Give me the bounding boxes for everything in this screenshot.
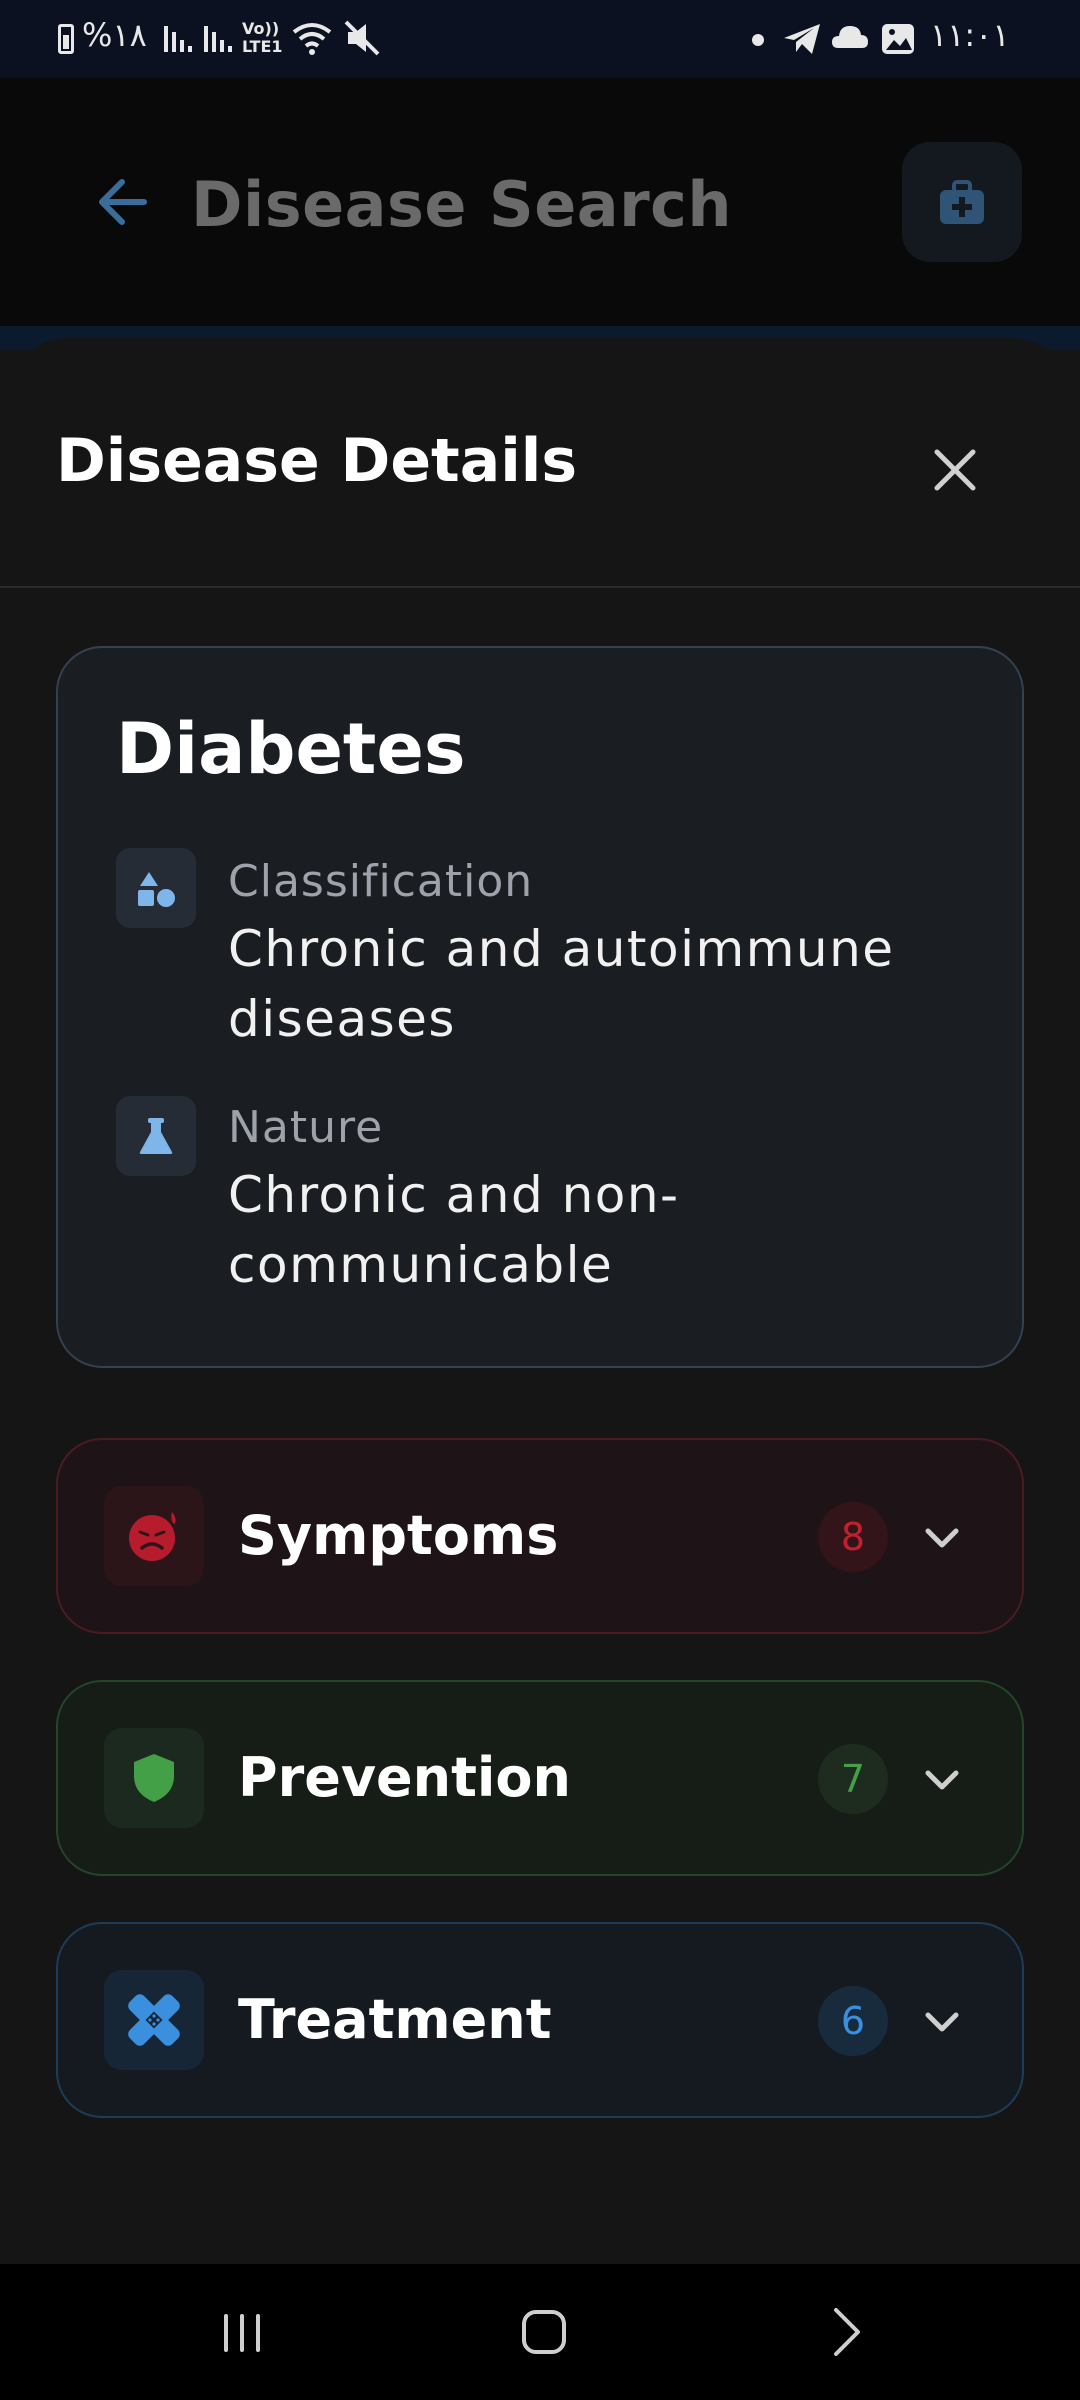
classification-value: Chronic and autoimmune diseases <box>228 920 895 1048</box>
treatment-section[interactable]: Treatment 6 <box>56 1922 1024 2118</box>
symptoms-label: Symptoms <box>238 1504 559 1567</box>
divider <box>0 586 1080 588</box>
cloud-icon <box>832 26 868 48</box>
bandage-icon <box>128 1994 180 2046</box>
flask-icon <box>139 1118 173 1154</box>
prevention-label: Prevention <box>238 1746 571 1809</box>
arrow-left-icon[interactable] <box>92 170 156 234</box>
navigation-bar <box>0 2264 1080 2400</box>
signal-icon <box>164 26 192 52</box>
disease-info-card: Diabetes Classification Chronic and auto… <box>56 646 1024 1368</box>
mute-icon <box>344 20 380 56</box>
symptoms-icon-box <box>104 1486 204 1586</box>
symptoms-section[interactable]: Symptoms 8 <box>56 1438 1024 1634</box>
nature-value: Chronic and non-communicable <box>228 1166 680 1294</box>
network-label: Vo)) LTE1 <box>242 19 283 56</box>
status-bar: %١٨ Vo)) LTE1 ١١:٠١ <box>0 0 1080 78</box>
sheet-title: Disease Details <box>56 426 578 496</box>
dot-icon <box>752 34 764 46</box>
chevron-down-icon[interactable] <box>920 2000 964 2044</box>
close-icon[interactable] <box>915 430 995 510</box>
telegram-icon <box>784 24 820 54</box>
disease-details-sheet: Disease Details Diabetes Classification … <box>0 338 1080 2263</box>
sick-face-icon <box>129 1512 176 1561</box>
recent-apps-icon[interactable] <box>202 2294 282 2370</box>
prevention-section[interactable]: Prevention 7 <box>56 1680 1024 1876</box>
app-bar: Disease Search <box>0 78 1080 328</box>
medical-kit-icon <box>940 180 984 224</box>
classification-icon-box <box>116 848 196 928</box>
nature-label: Nature <box>228 1102 384 1153</box>
symptoms-count-badge: 8 <box>818 1502 888 1572</box>
treatment-icon-box <box>104 1970 204 2070</box>
page-title: Disease Search <box>191 168 733 241</box>
medical-kit-button[interactable] <box>902 142 1022 262</box>
nature-icon-box <box>116 1096 196 1176</box>
disease-name: Diabetes <box>116 708 466 790</box>
wifi-icon <box>292 23 332 55</box>
gallery-icon <box>882 24 914 54</box>
treatment-label: Treatment <box>238 1988 552 2051</box>
clock: ١١:٠١ <box>930 16 1010 54</box>
chevron-down-icon[interactable] <box>920 1516 964 1560</box>
signal-icon <box>204 26 232 52</box>
chevron-right-icon[interactable] <box>806 2294 886 2370</box>
battery-icon <box>58 24 74 54</box>
chevron-down-icon[interactable] <box>920 1758 964 1802</box>
treatment-count-badge: 6 <box>818 1986 888 2056</box>
home-icon[interactable] <box>504 2294 584 2370</box>
prevention-count-badge: 7 <box>818 1744 888 1814</box>
shapes-icon <box>138 872 175 907</box>
battery-percent: %١٨ <box>82 16 147 54</box>
prevention-icon-box <box>104 1728 204 1828</box>
shield-icon <box>134 1754 174 1802</box>
classification-label: Classification <box>228 856 534 907</box>
